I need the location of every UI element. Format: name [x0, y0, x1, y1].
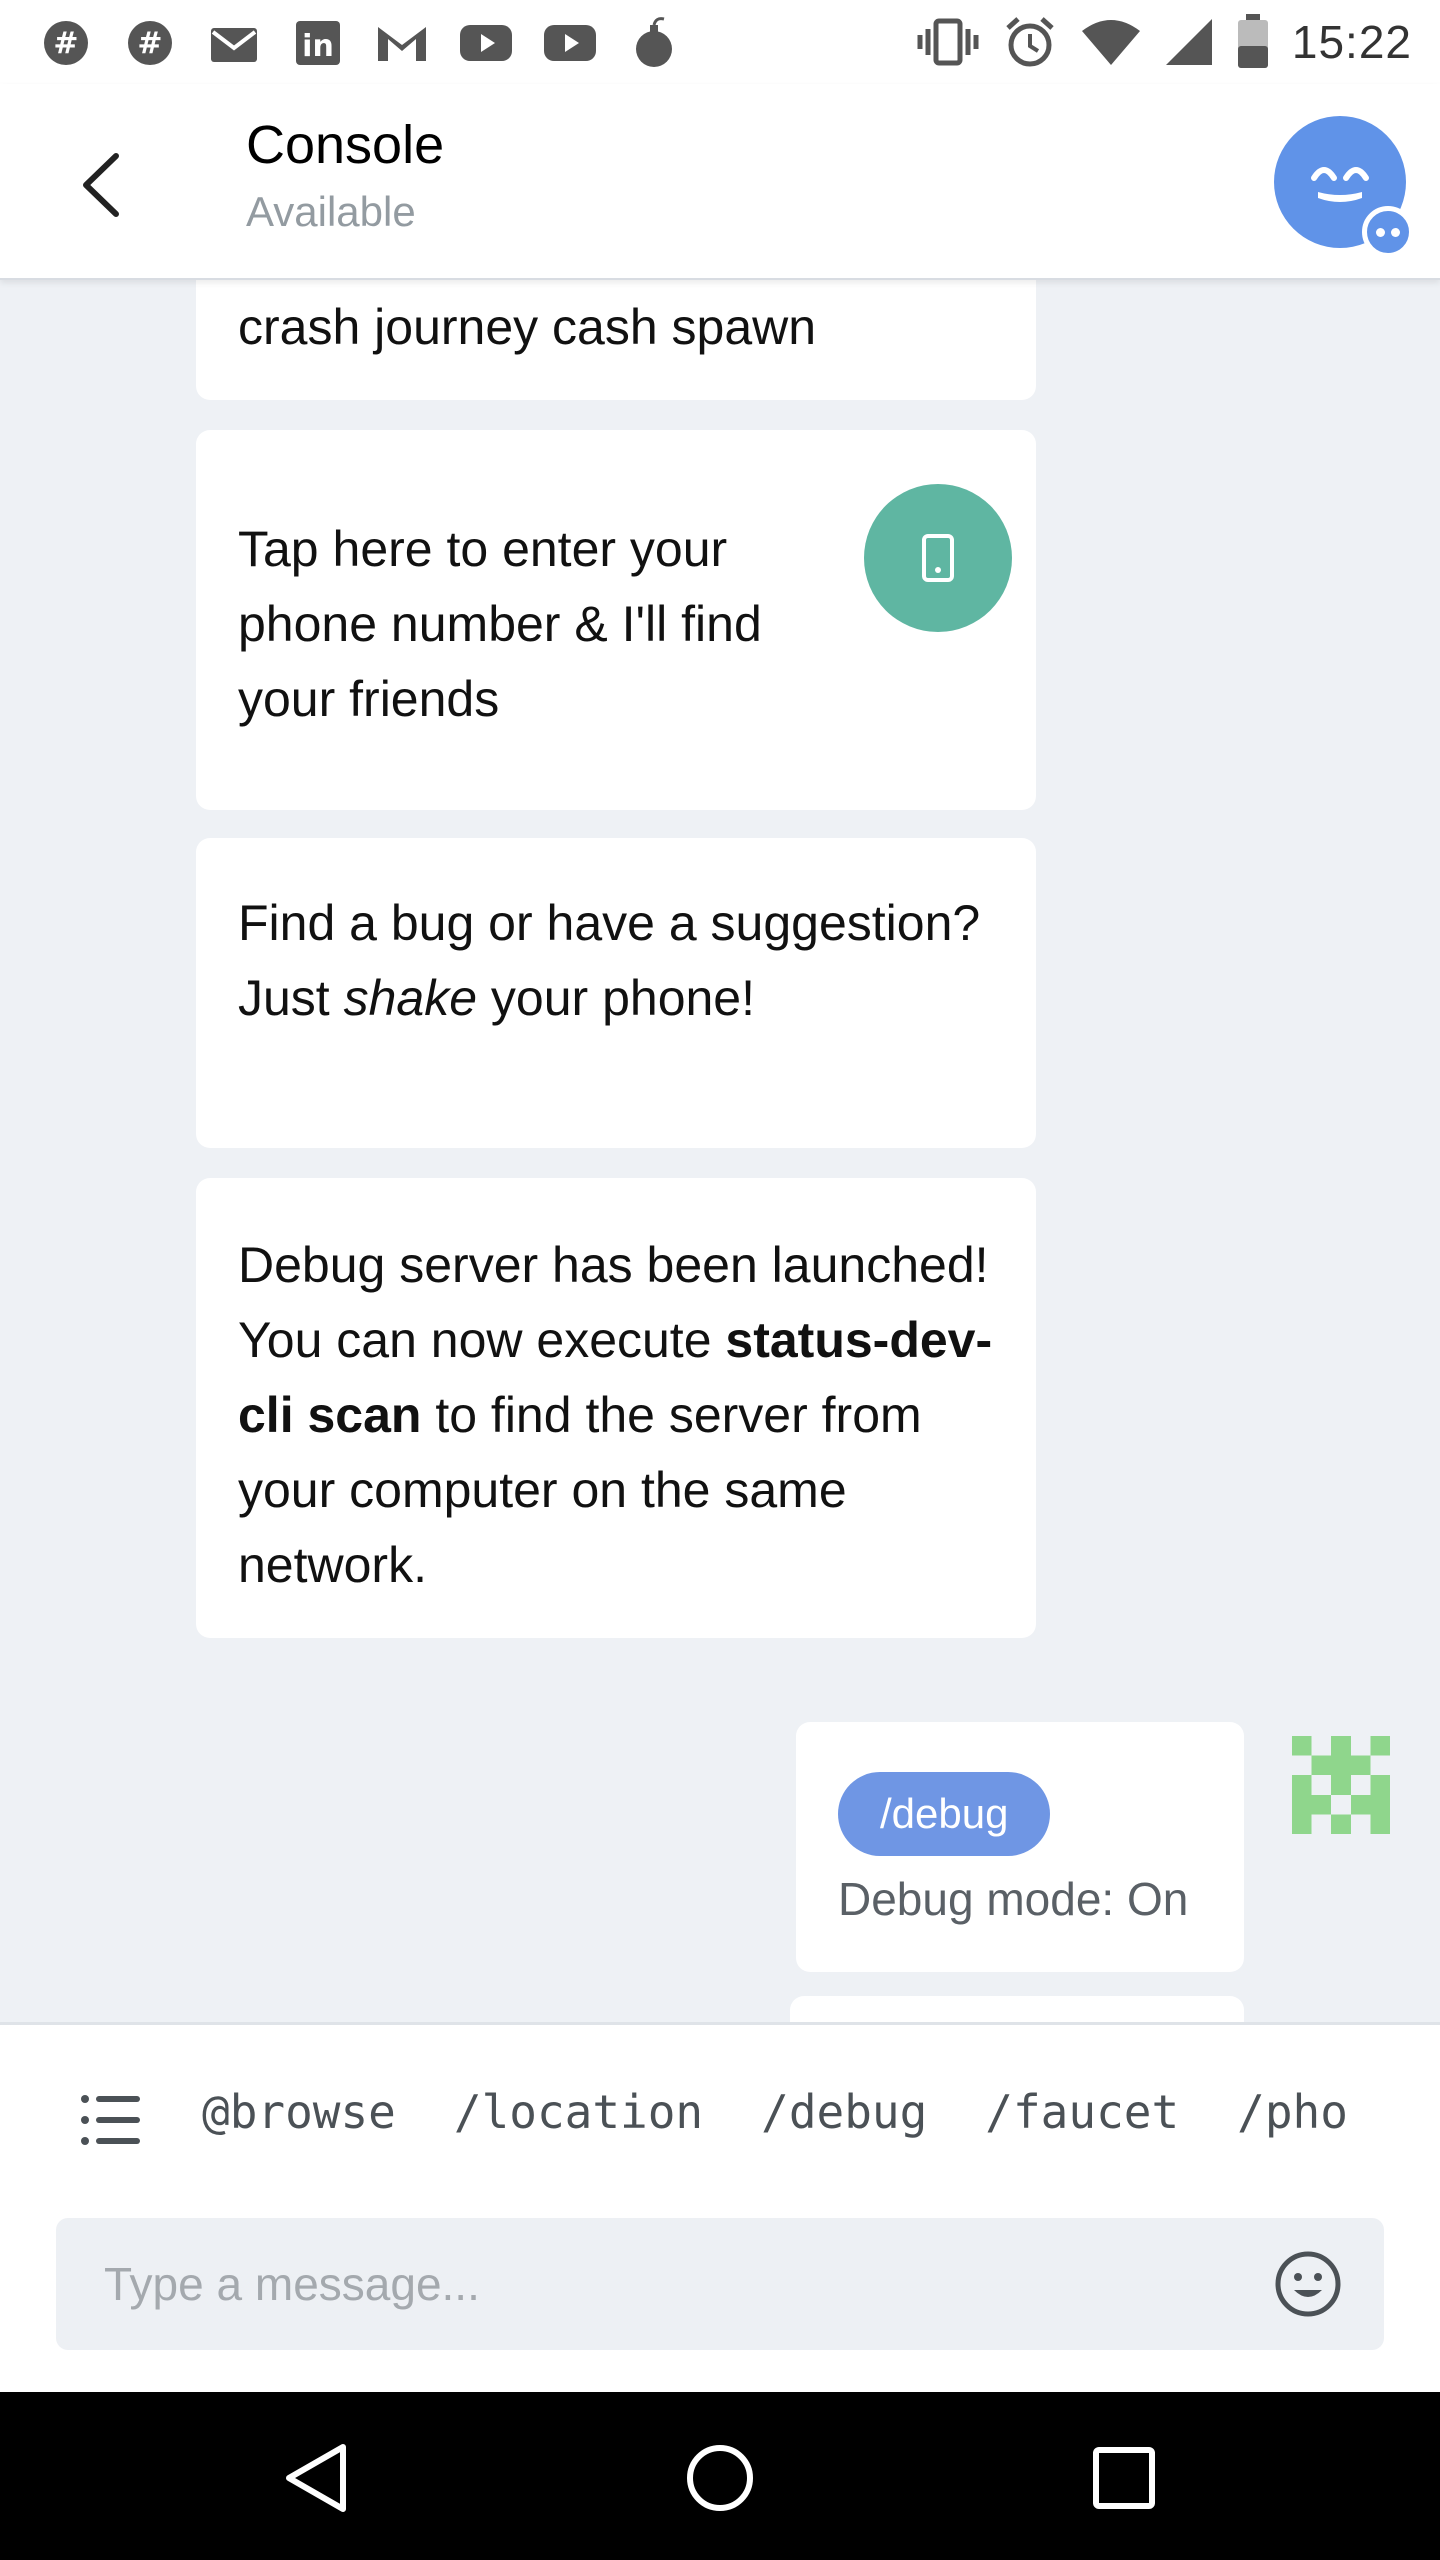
svg-text:#: #: [137, 26, 162, 61]
linkedin-icon: in: [288, 18, 348, 68]
recents-square-icon: [1093, 2447, 1155, 2509]
command-debug[interactable]: /debug: [761, 2085, 927, 2139]
bot-badge-icon: [1362, 206, 1414, 258]
chat-title: Console: [246, 115, 445, 175]
message-bubble: Debug server has been launched! You can …: [196, 1178, 1036, 1638]
phone-number-button[interactable]: [864, 484, 1012, 632]
command-location[interactable]: /location: [454, 2085, 703, 2139]
message-list[interactable]: crash journey cash spawn Tap here to ent…: [0, 280, 1440, 2022]
svg-text:#: #: [53, 26, 78, 61]
phone-icon: [922, 534, 954, 582]
command-suggestions: @browse /location /debug /faucet /pho: [202, 2085, 1348, 2139]
slack-icon: #: [120, 18, 180, 68]
back-triangle-icon: [286, 2444, 346, 2512]
message-bubble: crash journey cash spawn: [196, 280, 1036, 400]
chat-header: Console Available: [0, 84, 1440, 280]
message-text-part: your phone!: [477, 970, 756, 1026]
back-button[interactable]: [60, 140, 140, 230]
message-input-area: [0, 2218, 1440, 2392]
gmail-icon: [372, 18, 432, 68]
home-circle-icon: [687, 2445, 753, 2511]
message-text: Tap here to enter your phone number & I'…: [238, 521, 762, 727]
phone-number-message[interactable]: Tap here to enter your phone number & I'…: [196, 430, 1036, 810]
signal-icon: [1165, 19, 1212, 65]
command-browse[interactable]: @browse: [202, 2085, 396, 2139]
nav-home-button[interactable]: [672, 2430, 768, 2526]
youtube-icon: [540, 18, 600, 68]
outgoing-message: [790, 1996, 1244, 2022]
message-text-emphasis: shake: [343, 970, 478, 1026]
system-status: 15:22: [916, 14, 1412, 70]
message-input-box: [56, 2218, 1384, 2350]
nav-back-button[interactable]: [268, 2430, 364, 2526]
notification-icons: # # in: [36, 17, 684, 68]
slack-icon: #: [36, 18, 96, 68]
emoji-icon: [1275, 2251, 1341, 2317]
command-faucet[interactable]: /faucet: [985, 2085, 1179, 2139]
message-text: crash journey cash spawn: [238, 299, 817, 355]
nav-recents-button[interactable]: [1076, 2430, 1172, 2526]
youtube-icon: [456, 18, 516, 68]
battery-icon: [1237, 14, 1268, 68]
chevron-left-icon: [83, 153, 119, 217]
message-text: Debug mode: On: [838, 1873, 1189, 1925]
svg-text:in: in: [302, 29, 334, 64]
command-pill: /debug: [838, 1772, 1051, 1856]
suggestions-bar: @browse /location /debug /faucet /pho: [0, 2022, 1440, 2218]
chat-status: Available: [246, 188, 416, 235]
clock: 15:22: [1291, 16, 1412, 68]
status-bar: # # in 15:22: [0, 0, 1440, 84]
mail-icon: [204, 18, 264, 68]
message-text: Debug server has been launched! You can …: [238, 1228, 1018, 1603]
commands-list-button[interactable]: [80, 2093, 140, 2147]
system-navigation-bar: [0, 2392, 1440, 2560]
message-input[interactable]: [104, 2248, 1204, 2320]
message-bubble: Find a bug or have a suggestion? Just sh…: [196, 838, 1036, 1148]
message-text: Find a bug or have a suggestion? Just sh…: [238, 886, 998, 1036]
user-identicon-avatar[interactable]: [1292, 1736, 1390, 1834]
bomb-icon: [624, 17, 684, 68]
emoji-button[interactable]: [1272, 2248, 1344, 2320]
alarm-icon: [1006, 17, 1054, 67]
vibrate-icon: [917, 18, 979, 66]
command-phone[interactable]: /pho: [1237, 2085, 1348, 2139]
outgoing-message: /debug Debug mode: On: [796, 1722, 1244, 1972]
wifi-icon: [1081, 20, 1140, 65]
list-icon: [81, 2095, 140, 2145]
